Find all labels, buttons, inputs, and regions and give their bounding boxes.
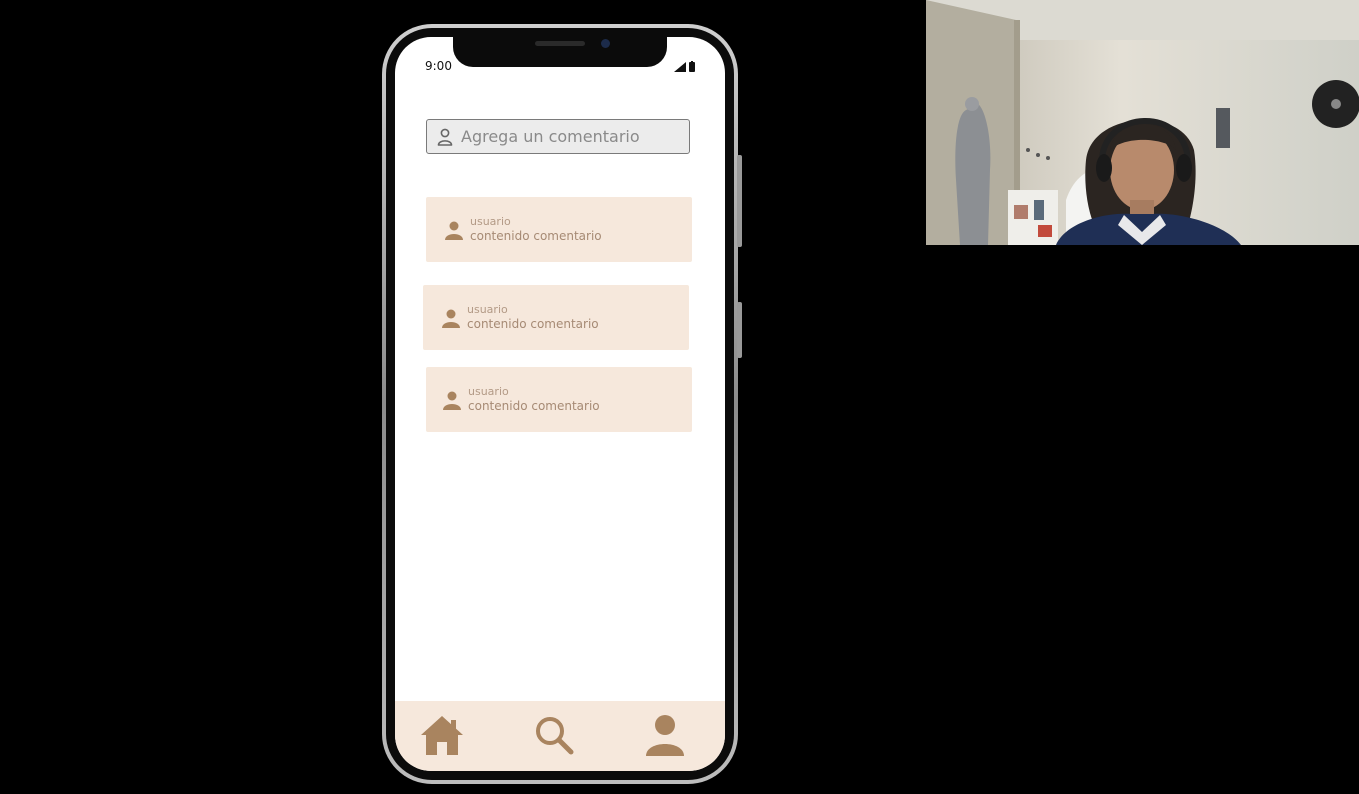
status-icons: [674, 61, 695, 72]
comment-card[interactable]: usuario contenido comentario: [423, 285, 689, 350]
front-camera: [601, 39, 610, 48]
screen-share-stage: 9:00 Agrega un comentario usuario conten…: [0, 0, 1359, 794]
comment-text: usuario contenido comentario: [467, 303, 599, 332]
phone-screen: 9:00 Agrega un comentario usuario conten…: [395, 37, 725, 771]
notch: [453, 37, 667, 67]
comment-card[interactable]: usuario contenido comentario: [426, 197, 692, 262]
signal-icon: [674, 62, 686, 72]
comment-username: usuario: [470, 215, 511, 228]
user-avatar-icon: [442, 309, 460, 328]
speaker-grill: [535, 41, 585, 46]
power-button: [737, 155, 742, 247]
webcam-feed-image: [926, 0, 1359, 245]
comment-input[interactable]: Agrega un comentario: [426, 119, 690, 154]
webcam-video: [926, 0, 1359, 245]
status-time: 9:00: [425, 59, 452, 73]
home-icon: [421, 716, 463, 755]
user-avatar-icon: [443, 391, 461, 410]
comment-input-placeholder: Agrega un comentario: [461, 127, 640, 146]
user-avatar-icon: [445, 221, 463, 240]
nav-home-button[interactable]: [417, 711, 467, 759]
nav-search-button[interactable]: [529, 711, 579, 759]
comment-content: contenido comentario: [467, 317, 599, 331]
nav-profile-button[interactable]: [640, 711, 690, 759]
user-outline-icon: [437, 128, 453, 146]
volume-button: [737, 302, 742, 358]
comment-card[interactable]: usuario contenido comentario: [426, 367, 692, 432]
comment-content: contenido comentario: [470, 229, 602, 243]
battery-icon: [689, 61, 695, 72]
bottom-nav: [395, 701, 725, 771]
comment-content: contenido comentario: [468, 399, 600, 413]
comment-text: usuario contenido comentario: [470, 215, 602, 244]
comment-username: usuario: [467, 303, 508, 316]
comment-text: usuario contenido comentario: [468, 385, 600, 414]
comment-username: usuario: [468, 385, 509, 398]
profile-icon: [646, 715, 684, 756]
search-icon: [536, 717, 574, 755]
